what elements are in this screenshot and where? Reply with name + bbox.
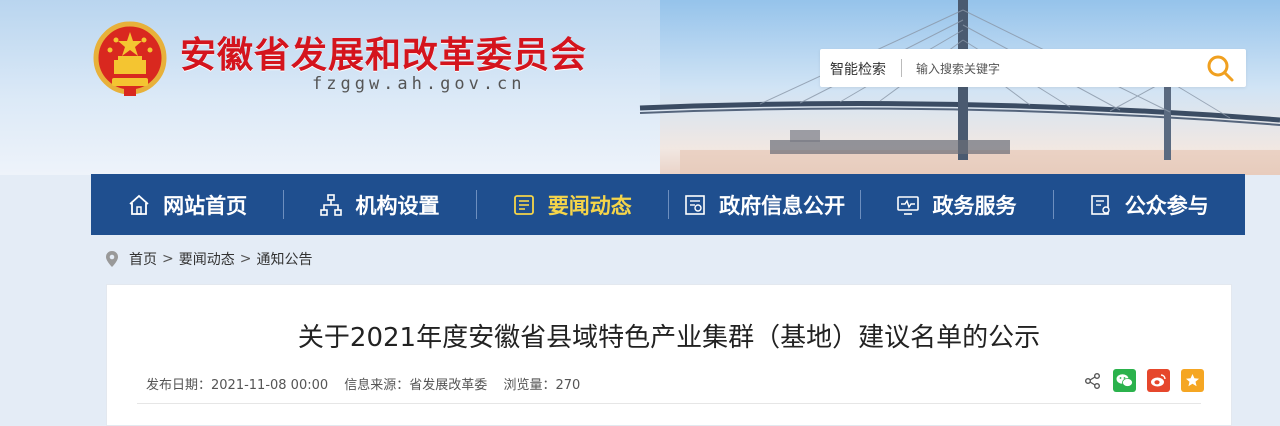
nav-label: 网站首页 [163, 193, 248, 218]
nav-item-organization[interactable]: 机构设置 [283, 174, 475, 235]
home-icon [129, 194, 149, 215]
main-nav: 网站首页 机构设置 要闻动态 政府信息公开 政务服务 公众参与 [91, 174, 1245, 235]
search-input[interactable] [914, 57, 1198, 81]
nav-label: 机构设置 [355, 193, 440, 218]
divider [137, 403, 1201, 404]
breadcrumb-news[interactable]: 要闻动态 [179, 249, 235, 269]
nav-item-participation[interactable]: 公众参与 [1052, 174, 1245, 235]
location-pin-icon [106, 251, 118, 267]
search-label[interactable]: 智能检索 [830, 59, 886, 79]
breadcrumb: 首页 > 要闻动态 > 通知公告 [105, 249, 312, 269]
info-disclosure-icon [685, 194, 705, 215]
article-title: 关于2021年度安徽省县域特色产业集群（基地）建议名单的公示 [297, 323, 1041, 353]
nav-label: 要闻动态 [547, 193, 632, 218]
search-divider [901, 59, 902, 77]
article-card: 关于2021年度安徽省县域特色产业集群（基地）建议名单的公示 发布日期：2021… [106, 284, 1232, 426]
article-meta: 发布日期：2021-11-08 00:00 信息来源：省发展改革委 浏览量：27… [146, 374, 592, 393]
nav-label: 政务服务 [932, 193, 1017, 218]
breadcrumb-home[interactable]: 首页 [129, 249, 157, 269]
nav-item-services[interactable]: 政务服务 [860, 174, 1052, 235]
weibo-share-button[interactable] [1147, 369, 1170, 392]
nav-item-news[interactable]: 要闻动态 [475, 174, 668, 235]
star-icon [1186, 374, 1199, 387]
share-bar [1084, 369, 1204, 392]
breadcrumb-separator: > [162, 251, 174, 267]
nav-item-home[interactable]: 网站首页 [91, 174, 283, 235]
breadcrumb-notices[interactable]: 通知公告 [256, 249, 312, 269]
nav-item-info-disclosure[interactable]: 政府信息公开 [667, 174, 860, 235]
monitor-icon [897, 195, 920, 215]
wechat-share-button[interactable] [1113, 369, 1136, 392]
news-icon [513, 194, 534, 215]
search-icon[interactable] [1205, 53, 1235, 83]
info-source: 信息来源：省发展改革委 [344, 378, 488, 393]
nav-label: 政府信息公开 [719, 193, 846, 218]
wechat-icon [1116, 374, 1133, 387]
nav-label: 公众参与 [1124, 193, 1209, 218]
share-icon[interactable] [1084, 372, 1102, 390]
participation-icon [1090, 194, 1110, 215]
view-count: 浏览量：270 [503, 378, 581, 393]
national-emblem-icon [93, 21, 167, 96]
weibo-icon [1151, 374, 1166, 387]
favorite-button[interactable] [1181, 369, 1204, 392]
site-domain: fzggw.ah.gov.cn [312, 74, 526, 94]
breadcrumb-separator: > [239, 251, 252, 267]
search-bar: 智能检索 [820, 49, 1246, 87]
org-chart-icon [320, 193, 343, 216]
publish-date: 发布日期：2021-11-08 00:00 [146, 378, 329, 393]
site-title[interactable]: 安徽省发展和改革委员会 [180, 26, 587, 78]
